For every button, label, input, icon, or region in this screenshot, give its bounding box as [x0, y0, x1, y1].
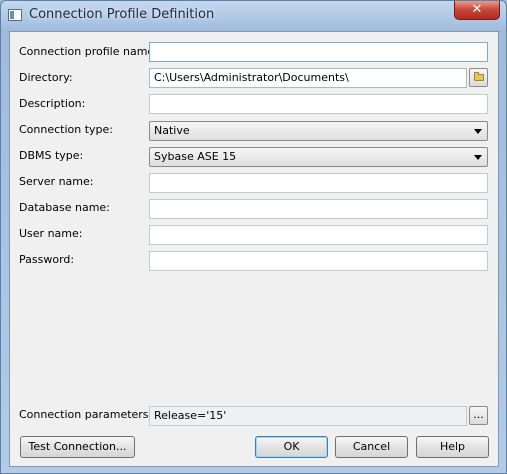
- ok-button[interactable]: OK: [255, 436, 328, 458]
- database-name-input[interactable]: [149, 199, 488, 219]
- connection-type-value: Native: [154, 124, 190, 137]
- user-name-label: User name:: [19, 227, 83, 240]
- close-button[interactable]: ✕: [454, 1, 500, 20]
- directory-label: Directory:: [19, 71, 73, 84]
- dbms-type-label: DBMS type:: [19, 149, 84, 162]
- edit-parameters-button[interactable]: ...: [469, 406, 488, 425]
- window-icon: [8, 9, 22, 21]
- connection-type-select[interactable]: Native: [149, 121, 488, 141]
- database-name-label: Database name:: [19, 201, 110, 214]
- connection-type-label: Connection type:: [19, 123, 114, 136]
- server-name-label: Server name:: [19, 175, 94, 188]
- title-bar[interactable]: Connection Profile Definition ✕: [1, 1, 506, 31]
- help-button[interactable]: Help: [416, 436, 489, 458]
- user-name-input[interactable]: [149, 225, 488, 245]
- password-input[interactable]: [149, 251, 488, 271]
- description-input[interactable]: [149, 94, 488, 114]
- description-label: Description:: [19, 97, 86, 110]
- profile-name-input[interactable]: [149, 42, 488, 62]
- chevron-down-icon: [474, 155, 482, 160]
- dbms-type-select[interactable]: Sybase ASE 15: [149, 147, 488, 167]
- window-title: Connection Profile Definition: [29, 7, 215, 22]
- dbms-type-value: Sybase ASE 15: [154, 150, 237, 163]
- connection-parameters-field: Release='15': [149, 406, 467, 426]
- profile-name-label: Connection profile name:: [19, 45, 158, 58]
- test-connection-button[interactable]: Test Connection...: [20, 436, 135, 458]
- folder-icon: [474, 72, 484, 81]
- dialog-body: Connection profile name: Directory: C:\U…: [9, 31, 499, 467]
- browse-directory-button[interactable]: [469, 68, 488, 87]
- directory-input[interactable]: C:\Users\Administrator\Documents\: [149, 68, 467, 88]
- dialog-window: Connection Profile Definition ✕ Connecti…: [0, 0, 507, 474]
- cancel-button[interactable]: Cancel: [335, 436, 408, 458]
- password-label: Password:: [19, 253, 75, 266]
- chevron-down-icon: [474, 129, 482, 134]
- connection-parameters-label: Connection parameters:: [19, 408, 153, 421]
- server-name-input[interactable]: [149, 173, 488, 193]
